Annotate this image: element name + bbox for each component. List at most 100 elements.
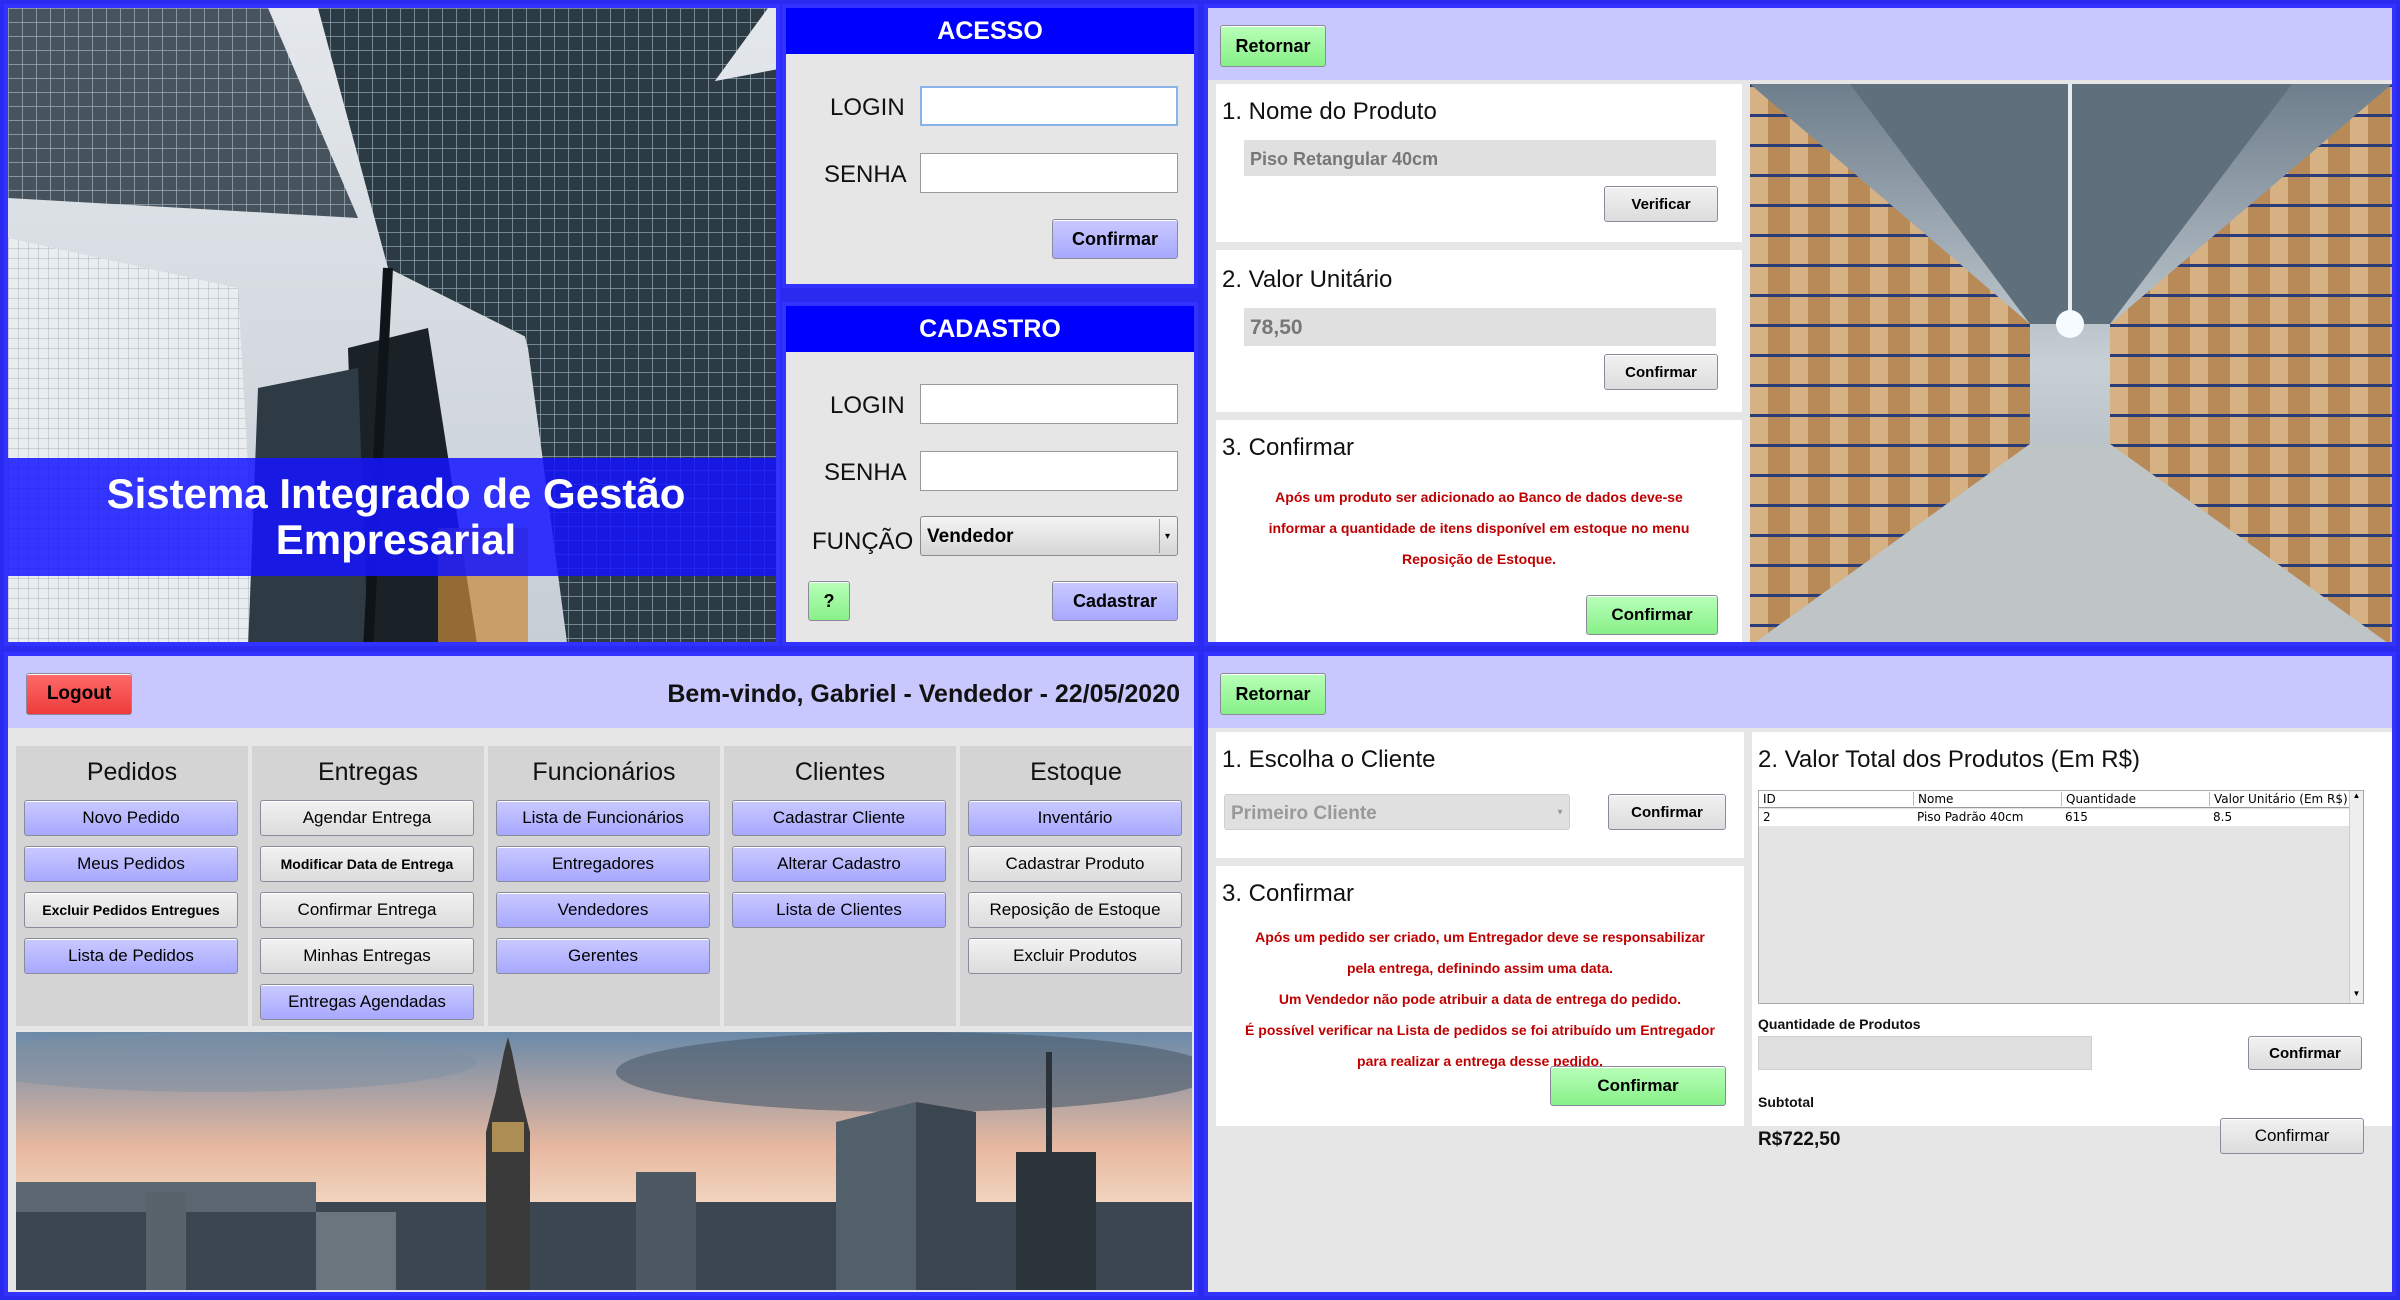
access-password-label: SENHA xyxy=(824,161,907,188)
scroll-down-icon[interactable]: ▼ xyxy=(2350,989,2363,1003)
product-step2-title: 2. Valor Unitário xyxy=(1222,266,1393,293)
verify-button[interactable]: Verificar xyxy=(1604,186,1718,222)
register-login-input[interactable] xyxy=(920,384,1178,424)
client-confirm-button[interactable]: Confirmar xyxy=(1608,794,1726,830)
menu-entregas-agendadas[interactable]: Entregas Agendadas xyxy=(260,984,474,1020)
cell: 615 xyxy=(2065,810,2088,824)
cell: 8.5 xyxy=(2213,810,2233,824)
subtotal-label: Subtotal xyxy=(1758,1094,1814,1110)
product-step3-card: 3. Confirmar Após um produto ser adicion… xyxy=(1216,420,1742,642)
order-step2-title: 2. Valor Total dos Produtos (Em R$) xyxy=(1758,746,2140,773)
help-button[interactable]: ? xyxy=(808,581,850,621)
note-line: Após um produto ser adicionado ao Banco … xyxy=(1275,489,1683,505)
menu-col-funcionarios: Funcionários Lista de Funcionários Entre… xyxy=(488,746,720,1026)
access-confirm-button[interactable]: Confirmar xyxy=(1052,219,1178,259)
order-step3-card: 3. Confirmar Após um pedido ser criado, … xyxy=(1216,866,1744,1126)
menu-agendar-entrega[interactable]: Agendar Entrega xyxy=(260,800,474,836)
product-step1-title: 1. Nome do Produto xyxy=(1222,98,1437,125)
col-header: Nome xyxy=(1913,792,1953,806)
subtotal-confirm-button[interactable]: Confirmar xyxy=(2220,1118,2364,1154)
product-panel: Retornar 1. Nome do Produto Piso Retangu… xyxy=(1204,4,2396,646)
menu-cadastrar-produto[interactable]: Cadastrar Produto xyxy=(968,846,1182,882)
menu-novo-pedido[interactable]: Novo Pedido xyxy=(24,800,238,836)
logout-button[interactable]: Logout xyxy=(26,673,132,715)
menu-inventario[interactable]: Inventário xyxy=(968,800,1182,836)
menu-meus-pedidos[interactable]: Meus Pedidos xyxy=(24,846,238,882)
note-line: Um Vendedor não pode atribuir a data de … xyxy=(1278,991,1682,1007)
qty-input[interactable] xyxy=(1758,1036,2092,1070)
register-submit-button[interactable]: Cadastrar xyxy=(1052,581,1178,621)
product-final-confirm-button[interactable]: Confirmar xyxy=(1586,595,1718,635)
menu-lista-de-clientes[interactable]: Lista de Clientes xyxy=(732,892,946,928)
scroll-up-icon[interactable]: ▲ xyxy=(2350,791,2363,805)
app-title-banner: Sistema Integrado de Gestão Empresarial xyxy=(8,458,776,576)
order-step2-card: 2. Valor Total dos Produtos (Em R$) ID N… xyxy=(1752,732,2392,1126)
product-step3-title: 3. Confirmar xyxy=(1222,434,1355,461)
dashboard-panel: Logout Bem-vindo, Gabriel - Vendedor - 2… xyxy=(4,652,1198,1296)
menu-alterar-cadastro[interactable]: Alterar Cadastro xyxy=(732,846,946,882)
order-step3-title: 3. Confirmar xyxy=(1222,880,1355,907)
menu-excluir-pedidos-entregues[interactable]: Excluir Pedidos Entregues xyxy=(24,892,238,928)
menu-reposicao-estoque[interactable]: Reposição de Estoque xyxy=(968,892,1182,928)
table-scrollbar[interactable]: ▲ ▼ xyxy=(2349,791,2363,1003)
menu-col-title: Clientes xyxy=(794,758,886,786)
menu-minhas-entregas[interactable]: Minhas Entregas xyxy=(260,938,474,974)
chevron-down-icon: ▾ xyxy=(1557,806,1563,818)
menu-lista-funcionarios[interactable]: Lista de Funcionários xyxy=(496,800,710,836)
product-back-button[interactable]: Retornar xyxy=(1220,25,1326,67)
menu-col-title: Pedidos xyxy=(86,758,178,786)
order-back-button[interactable]: Retornar xyxy=(1220,673,1326,715)
note-line: informar a quantidade de itens disponíve… xyxy=(1268,520,1690,536)
order-step1-title: 1. Escolha o Cliente xyxy=(1222,746,1436,773)
access-login-label: LOGIN xyxy=(830,94,905,121)
order-final-confirm-button[interactable]: Confirmar xyxy=(1550,1066,1726,1106)
note-line: pela entrega, definindo assim uma data. xyxy=(1346,960,1614,976)
register-password-input[interactable] xyxy=(920,451,1178,491)
unit-price-field[interactable]: 78,50 xyxy=(1244,308,1716,346)
access-header: ACESSO xyxy=(786,8,1194,54)
order-step3-note: Após um pedido ser criado, um Entregador… xyxy=(1216,922,1744,1077)
col-header: Valor Unitário (Em R$) xyxy=(2209,792,2348,806)
menu-lista-de-pedidos[interactable]: Lista de Pedidos xyxy=(24,938,238,974)
menu-col-clientes: Clientes Cadastrar Cliente Alterar Cadas… xyxy=(724,746,956,1026)
register-password-label: SENHA xyxy=(824,459,907,486)
order-topbar xyxy=(1208,656,2392,728)
role-select[interactable]: Vendedor ▾ xyxy=(920,516,1178,556)
menu-cadastrar-cliente[interactable]: Cadastrar Cliente xyxy=(732,800,946,836)
menu-vendedores[interactable]: Vendedores xyxy=(496,892,710,928)
menu-col-entregas: Entregas Agendar Entrega Modificar Data … xyxy=(252,746,484,1026)
cell: Piso Padrão 40cm xyxy=(1917,810,2024,824)
menu-modificar-data-entrega[interactable]: Modificar Data de Entrega xyxy=(260,846,474,882)
chevron-down-icon: ▾ xyxy=(1159,519,1175,553)
product-step1-card: 1. Nome do Produto Piso Retangular 40cm … xyxy=(1216,84,1742,242)
register-header: CADASTRO xyxy=(786,306,1194,352)
menu-excluir-produtos[interactable]: Excluir Produtos xyxy=(968,938,1182,974)
menu-confirmar-entrega[interactable]: Confirmar Entrega xyxy=(260,892,474,928)
qty-confirm-button[interactable]: Confirmar xyxy=(2248,1036,2362,1070)
product-step3-note: Após um produto ser adicionado ao Banco … xyxy=(1216,482,1742,575)
note-line: É possível verificar na Lista de pedidos… xyxy=(1245,1022,1715,1038)
product-topbar xyxy=(1208,8,2392,80)
menu-col-title: Estoque xyxy=(1030,758,1122,786)
product-name-field[interactable]: Piso Retangular 40cm xyxy=(1244,140,1716,176)
welcome-text: Bem-vindo, Gabriel - Vendedor - 22/05/20… xyxy=(667,680,1180,708)
client-select[interactable]: Primeiro Cliente ▾ xyxy=(1224,794,1570,830)
menu-entregadores[interactable]: Entregadores xyxy=(496,846,710,882)
access-password-input[interactable] xyxy=(920,153,1178,193)
table-row[interactable]: 2 Piso Padrão 40cm 615 8.5 xyxy=(1759,809,2349,826)
client-select-value: Primeiro Cliente xyxy=(1231,803,1377,824)
products-table: ID Nome Quantidade Valor Unitário (Em R$… xyxy=(1758,790,2364,1004)
register-login-label: LOGIN xyxy=(830,392,905,419)
product-step2-card: 2. Valor Unitário 78,50 Confirmar xyxy=(1216,250,1742,412)
menu-gerentes[interactable]: Gerentes xyxy=(496,938,710,974)
note-line: Após um pedido ser criado, um Entregador… xyxy=(1255,929,1705,945)
warehouse-photo xyxy=(1750,84,2392,642)
city-skyline-photo xyxy=(16,1032,1192,1290)
menu-col-estoque: Estoque Inventário Cadastrar Produto Rep… xyxy=(960,746,1192,1026)
unit-price-confirm-button[interactable]: Confirmar xyxy=(1604,354,1718,390)
col-header: Quantidade xyxy=(2061,792,2136,806)
subtotal-value: R$722,50 xyxy=(1758,1129,1841,1150)
cell: 2 xyxy=(1763,810,1771,824)
access-login-input[interactable] xyxy=(920,86,1178,126)
col-header: ID xyxy=(1763,792,1776,806)
